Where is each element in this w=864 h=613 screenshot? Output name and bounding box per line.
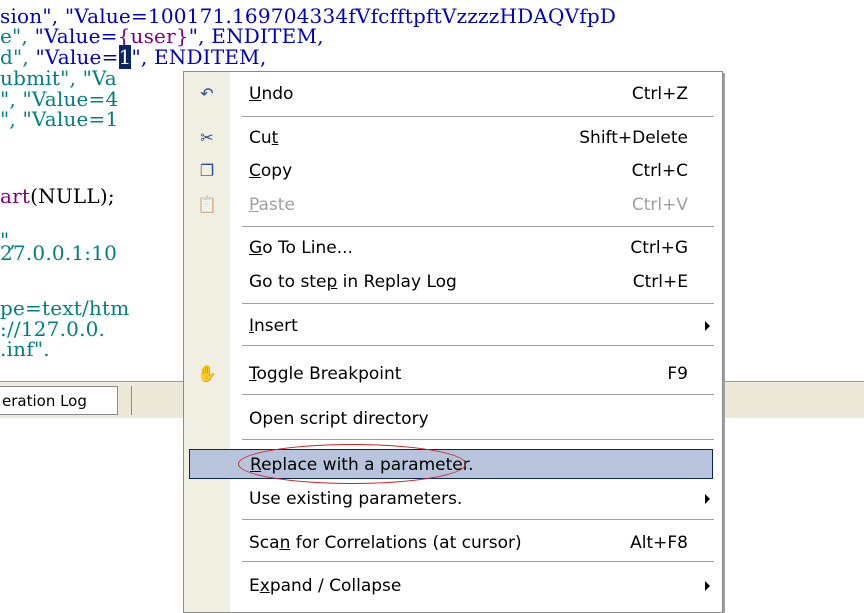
code-line: .inf". bbox=[0, 339, 50, 359]
menu-item-label: Expand / Collapse bbox=[249, 576, 402, 596]
menu-item-shortcut: Ctrl+E bbox=[632, 272, 688, 292]
code-line: sion", "Value=100171.169704334fVfcfftpft… bbox=[0, 6, 616, 26]
menu-item-label: Scan for Correlations (at cursor) bbox=[249, 533, 522, 553]
submenu-arrow-icon bbox=[705, 581, 710, 591]
menu-item-shortcut: Alt+F8 bbox=[630, 533, 688, 553]
tab-separator bbox=[131, 386, 132, 415]
menu-item-goto-step[interactable]: Go to step in Replay Log Ctrl+E bbox=[184, 267, 722, 297]
menu-item-label: Go To Line... bbox=[249, 238, 353, 258]
menu-separator bbox=[242, 439, 714, 440]
code-line: art(NULL); bbox=[0, 186, 115, 206]
menu-item-label: Toggle Breakpoint bbox=[249, 364, 402, 384]
undo-icon: ↶ bbox=[200, 84, 214, 103]
menu-item-label: Undo bbox=[249, 84, 294, 104]
menu-item-paste[interactable]: 📋 Paste Ctrl+V bbox=[184, 190, 722, 220]
code-line: ", "Value=4 bbox=[0, 89, 118, 109]
paste-icon: 📋 bbox=[197, 195, 217, 214]
menu-item-toggle-breakpoint[interactable]: ✋ Toggle Breakpoint F9 bbox=[184, 359, 722, 389]
menu-item-open-script-dir[interactable]: Open script directory bbox=[184, 404, 722, 434]
menu-item-shortcut: Ctrl+V bbox=[631, 195, 688, 215]
code-token: .inf". bbox=[0, 337, 50, 361]
menu-item-label: Open script directory bbox=[249, 409, 429, 429]
selected-text: 1 bbox=[118, 45, 132, 69]
code-token: ", ENDITEM, bbox=[131, 45, 267, 69]
menu-item-shortcut: Ctrl+G bbox=[630, 238, 688, 258]
red-ellipse-annotation bbox=[238, 444, 466, 484]
code-token: art bbox=[0, 184, 31, 208]
submenu-arrow-icon bbox=[705, 321, 710, 331]
menu-item-use-existing[interactable]: Use existing parameters. bbox=[184, 484, 722, 514]
menu-item-cut[interactable]: ✂ Cut Shift+Delete bbox=[184, 123, 722, 153]
code-line: ", "Value=1 bbox=[0, 109, 118, 129]
menu-separator bbox=[242, 116, 714, 117]
code-token: 27.0.0.1:10 bbox=[0, 241, 118, 265]
menu-item-copy[interactable]: ❐ Copy Ctrl+C bbox=[184, 156, 722, 186]
menu-separator bbox=[242, 226, 714, 227]
code-line: ://127.0.0. bbox=[0, 319, 105, 339]
menu-separator bbox=[242, 394, 714, 395]
submenu-arrow-icon bbox=[705, 494, 710, 504]
menu-item-label: Paste bbox=[249, 195, 295, 215]
menu-item-undo[interactable]: ↶ Undo Ctrl+Z bbox=[184, 79, 722, 109]
menu-item-shortcut: Ctrl+Z bbox=[631, 84, 688, 104]
menu-item-shortcut: F9 bbox=[667, 364, 688, 384]
menu-item-insert[interactable]: Insert bbox=[184, 311, 722, 341]
menu-item-label: Use existing parameters. bbox=[249, 489, 463, 509]
code-token: ", "Value=1 bbox=[0, 107, 119, 131]
code-line: e", "Value={user}", ENDITEM, bbox=[0, 26, 324, 46]
context-menu: ↶ Undo Ctrl+Z ✂ Cut Shift+Delete ❐ Copy Ctrl+C 📋 P… bbox=[183, 71, 723, 613]
menu-separator bbox=[242, 303, 714, 304]
menu-item-label: Insert bbox=[249, 316, 298, 336]
menu-item-label: Cut bbox=[249, 128, 279, 148]
menu-item-scan-correlations[interactable]: Scan for Correlations (at cursor) Alt+F8 bbox=[184, 528, 722, 558]
menu-item-label: Copy bbox=[249, 161, 293, 181]
menu-separator bbox=[242, 345, 714, 346]
menu-separator bbox=[242, 519, 714, 520]
hand-icon: ✋ bbox=[197, 364, 217, 383]
menu-item-replace-param[interactable]: Replace with a parameter. bbox=[189, 444, 713, 484]
menu-item-expand-collapse[interactable]: Expand / Collapse bbox=[184, 571, 722, 601]
copy-icon: ❐ bbox=[199, 161, 215, 180]
code-line: ubmit", "Va bbox=[0, 68, 117, 88]
code-line: d", "Value=1", ENDITEM, bbox=[0, 45, 266, 69]
scissors-icon: ✂ bbox=[200, 128, 214, 147]
menu-item-shortcut: Ctrl+C bbox=[631, 161, 688, 181]
menu-item-shortcut: Shift+Delete bbox=[579, 128, 688, 148]
tab-generation-log[interactable]: eration Log bbox=[0, 386, 118, 415]
menu-item-label: Go to step in Replay Log bbox=[249, 272, 457, 292]
menu-separator bbox=[242, 561, 714, 562]
code-line: pe=text/htm bbox=[0, 298, 129, 318]
menu-item-goto-line[interactable]: Go To Line... Ctrl+G bbox=[184, 233, 722, 263]
code-token: (NULL); bbox=[30, 184, 115, 208]
